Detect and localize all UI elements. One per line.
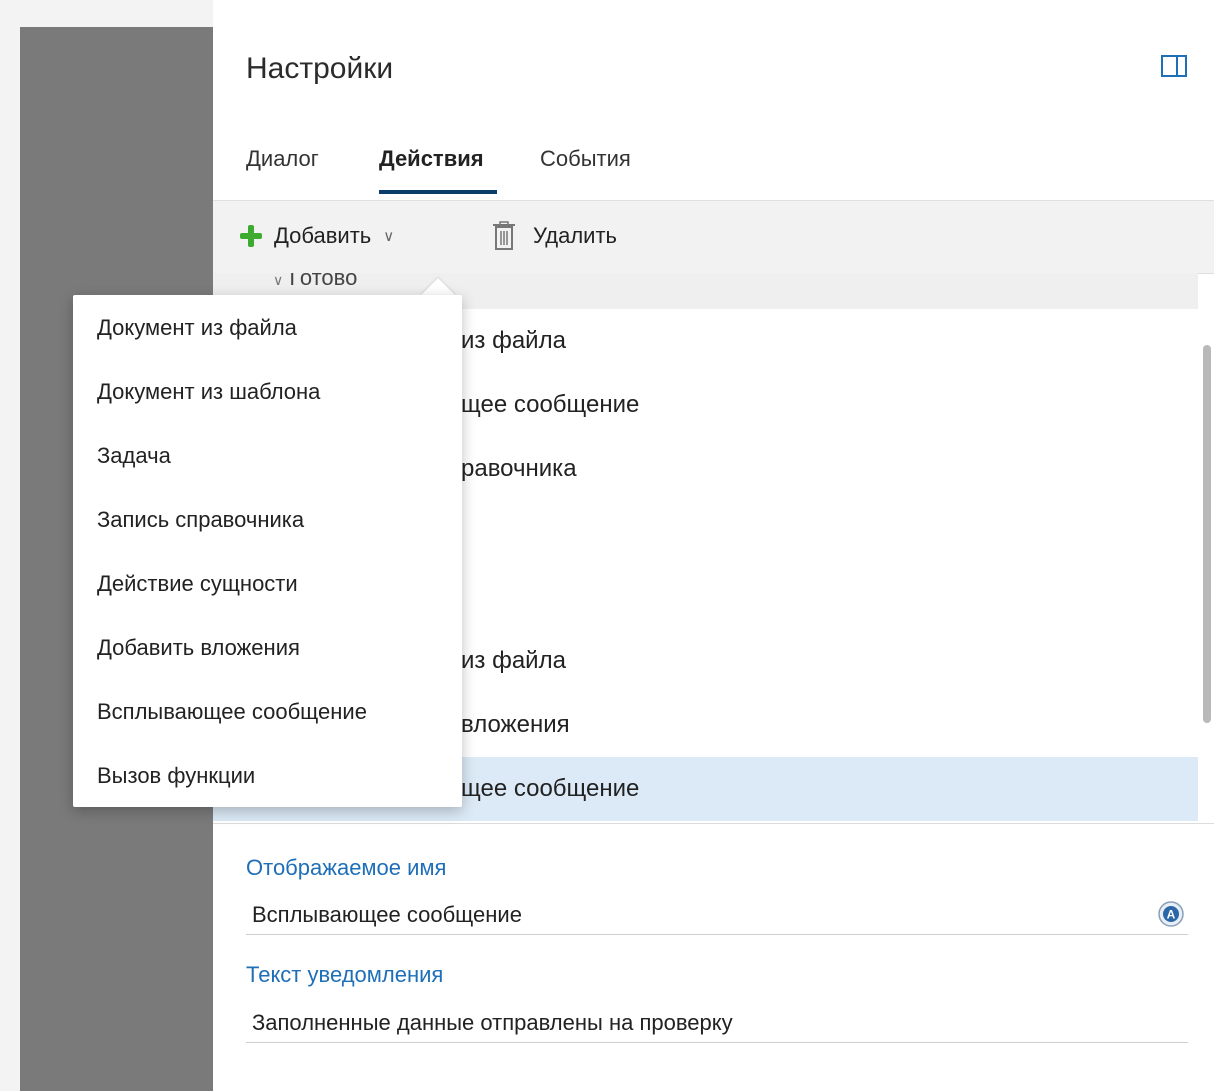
notification-text-label: Текст уведомления: [246, 962, 444, 987]
trash-icon: [493, 221, 515, 250]
toolbar: Добавить ∨ Удалить: [213, 200, 1214, 274]
list-scrollbar[interactable]: [1203, 345, 1211, 723]
tab-dialog[interactable]: Диалог: [246, 146, 319, 172]
notification-text-field[interactable]: Заполненные данные отправлены на проверк…: [246, 1003, 1188, 1043]
menu-item-document-from-template[interactable]: Документ из шаблона: [97, 379, 320, 405]
active-tab-indicator: [379, 190, 497, 194]
group-label-text: Готово: [289, 273, 358, 290]
menu-item-function-call[interactable]: Вызов функции: [97, 763, 255, 789]
svg-text:A: A: [1167, 908, 1176, 922]
divider: [213, 823, 1214, 824]
menu-item-add-attachments[interactable]: Добавить вложения: [97, 635, 300, 661]
plus-icon: [240, 225, 262, 247]
delete-button-label: Удалить: [533, 223, 617, 248]
dropdown-pointer: [420, 278, 456, 296]
menu-item-entity-action[interactable]: Действие сущности: [97, 571, 298, 597]
add-button[interactable]: Добавить ∨: [240, 223, 394, 249]
delete-button[interactable]: Удалить: [491, 221, 617, 251]
dock-panel-icon[interactable]: [1161, 55, 1187, 77]
list-item-label: щее сообщение: [461, 391, 640, 418]
menu-item-directory-record[interactable]: Запись справочника: [97, 507, 304, 533]
tab-events[interactable]: События: [540, 146, 631, 172]
panel-title: Настройки: [246, 52, 394, 85]
list-item-label: из файла: [461, 327, 566, 354]
display-name-label: Отображаемое имя: [246, 855, 447, 880]
add-button-label: Добавить: [274, 223, 372, 248]
localize-icon[interactable]: A: [1157, 900, 1185, 928]
menu-item-document-from-file[interactable]: Документ из файла: [97, 315, 297, 341]
list-item-label: равочника: [461, 455, 577, 482]
display-name-field[interactable]: Всплывающее сообщение: [246, 895, 1188, 935]
list-item-label: вложения: [461, 711, 570, 738]
menu-item-popup-message[interactable]: Всплывающее сообщение: [97, 699, 367, 725]
add-dropdown-menu: Документ из файла Документ из шаблона За…: [73, 295, 462, 807]
group-label: ∨ Готово: [273, 273, 357, 291]
menu-item-task[interactable]: Задача: [97, 443, 171, 469]
chevron-down-icon: ∨: [273, 273, 284, 288]
tab-actions[interactable]: Действия: [379, 146, 484, 172]
chevron-down-icon: ∨: [383, 228, 395, 245]
list-item-label: из файла: [461, 647, 566, 674]
list-item-label: щее сообщение: [461, 775, 640, 802]
